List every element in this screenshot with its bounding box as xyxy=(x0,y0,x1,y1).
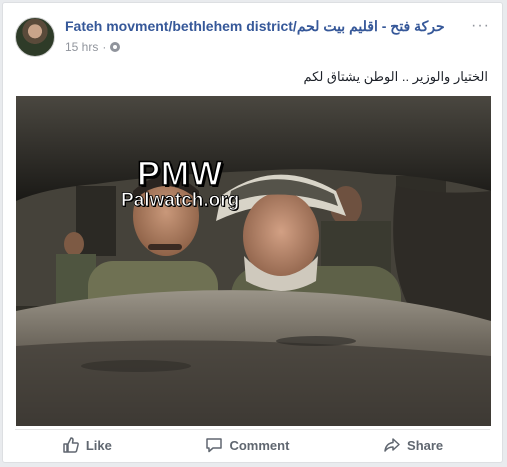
speech-bubble-icon xyxy=(206,438,223,453)
post-card: Fateh movment/bethlehem district/حركة فت… xyxy=(2,2,503,463)
post-timestamp[interactable]: 15 hrs xyxy=(65,40,98,54)
like-label[interactable]: Like xyxy=(86,438,112,453)
post-message: الختيار والوزير .. الوطن يشتاق لكم xyxy=(303,69,488,84)
share-arrow-icon xyxy=(384,438,400,452)
comment-button[interactable]: Comment xyxy=(195,432,299,458)
globe-icon[interactable] xyxy=(110,42,121,52)
ellipsis-icon[interactable]: ··· xyxy=(471,17,490,35)
post-meta: 15 hrs · xyxy=(65,40,121,54)
post-actions-bar: Like Comment Share xyxy=(15,429,490,460)
like-button[interactable]: Like xyxy=(52,432,122,458)
page-name-latin[interactable]: Fateh movment/bethlehem district/ xyxy=(65,18,297,34)
photo-scene xyxy=(16,96,491,426)
post-photo[interactable]: PMW Palwatch.org xyxy=(16,96,491,426)
share-button[interactable]: Share xyxy=(373,432,453,458)
post-header: Fateh movment/bethlehem district/حركة فت… xyxy=(15,15,490,61)
page-name-link[interactable]: Fateh movment/bethlehem district/حركة فت… xyxy=(65,18,445,35)
page-avatar[interactable] xyxy=(15,17,55,57)
thumbs-up-icon xyxy=(63,437,79,453)
page-name-arabic[interactable]: حركة فتح - اقليم بيت لحم xyxy=(297,18,445,34)
comment-label[interactable]: Comment xyxy=(229,438,289,453)
meta-separator: · xyxy=(102,40,107,54)
share-label[interactable]: Share xyxy=(407,438,443,453)
